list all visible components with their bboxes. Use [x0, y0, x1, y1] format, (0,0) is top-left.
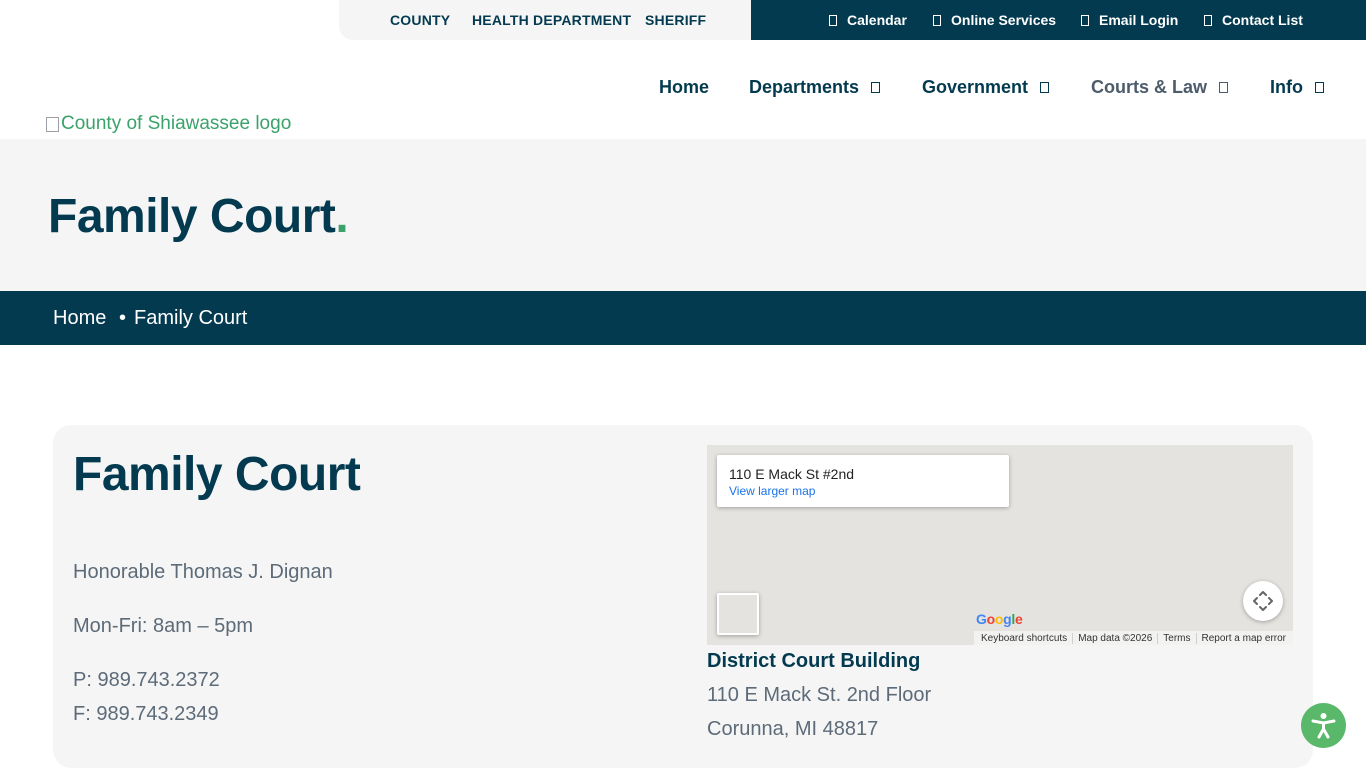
services-icon [933, 14, 941, 26]
chevron-down-icon [1040, 82, 1050, 93]
report-map-error-link[interactable]: Report a map error [1195, 632, 1291, 644]
page-title-text: Family Court [48, 190, 336, 243]
address-line-2: Corunna, MI 48817 [707, 718, 879, 740]
email-login-link-label: Email Login [1099, 12, 1179, 28]
chevron-down-icon [1315, 82, 1324, 93]
office-hours: Mon-Fri: 8am – 5pm [73, 615, 254, 637]
fax-number: F: 989.743.2349 [73, 703, 219, 725]
accessibility-button[interactable] [1301, 703, 1346, 748]
breadcrumb: Home • Family Court [0, 291, 1366, 345]
map-info-popup: 110 E Mack St #2nd View larger map [717, 455, 1009, 507]
card-title: Family Court [73, 448, 361, 501]
nav-departments-label: Departments [749, 77, 860, 97]
nav-info[interactable]: Info [1270, 77, 1324, 98]
top-link-county[interactable]: COUNTY [390, 12, 450, 28]
nav-courts-law[interactable]: Courts & Law [1091, 77, 1229, 98]
broken-image-icon [45, 116, 59, 132]
nav-courts-law-label: Courts & Law [1091, 77, 1208, 97]
page-title-dot: . [335, 190, 349, 243]
accessibility-icon [1311, 713, 1336, 739]
nav-government[interactable]: Government [922, 77, 1050, 98]
calendar-link[interactable]: Calendar [829, 12, 907, 28]
address-line-1: 110 E Mack St. 2nd Floor [707, 684, 932, 706]
nav-home-label: Home [659, 77, 710, 97]
building-name: District Court Building [707, 650, 921, 672]
contact-icon [1204, 14, 1212, 26]
online-services-link-label: Online Services [951, 12, 1057, 28]
contact-list-link[interactable]: Contact List [1204, 12, 1303, 28]
top-utility-bar-left: COUNTY HEALTH DEPARTMENT SHERIFF [339, 0, 751, 40]
top-link-sheriff[interactable]: SHERIFF [645, 12, 706, 28]
phone-number[interactable]: P: 989.743.2372 [73, 669, 220, 692]
contact-list-link-label: Contact List [1222, 12, 1303, 28]
keyboard-shortcuts-link[interactable]: Keyboard shortcuts [976, 633, 1072, 644]
terms-link[interactable]: Terms [1157, 632, 1195, 644]
embedded-map[interactable]: 110 E Mack St #2nd View larger map Googl… [707, 445, 1293, 645]
google-logo-text: Google [976, 611, 1023, 627]
court-info-card: Family Court Honorable Thomas J. Dignan … [53, 425, 1313, 768]
nav-government-label: Government [922, 77, 1029, 97]
nav-home[interactable]: Home [659, 77, 709, 98]
map-data-credit: Map data ©2026 [1072, 632, 1157, 644]
fullscreen-button[interactable] [1243, 581, 1283, 621]
online-services-link[interactable]: Online Services [933, 12, 1056, 28]
google-logo: Google [976, 611, 1023, 627]
site-logo-alt-text: County of Shiawassee logo [61, 113, 292, 134]
calendar-link-label: Calendar [847, 12, 907, 28]
breadcrumb-home[interactable]: Home [53, 307, 106, 330]
fullscreen-icon [1253, 591, 1273, 611]
view-larger-map-link[interactable]: View larger map [729, 484, 815, 498]
map-address: 110 E Mack St #2nd [729, 466, 855, 482]
nav-departments[interactable]: Departments [749, 77, 881, 98]
site-logo[interactable]: County of Shiawassee logo [45, 113, 291, 135]
page-hero: Family Court. [0, 139, 1366, 291]
nav-info-label: Info [1270, 77, 1303, 97]
top-link-health-department[interactable]: HEALTH DEPARTMENT [472, 12, 631, 28]
page-title: Family Court. [48, 189, 349, 244]
calendar-icon [829, 14, 837, 26]
chevron-down-icon [871, 82, 881, 93]
top-utility-bar-right: Calendar Online Services Email Login Con… [751, 0, 1366, 40]
breadcrumb-current: Family Court [134, 307, 248, 329]
email-icon [1081, 14, 1089, 26]
map-type-toggle[interactable] [717, 593, 759, 635]
email-login-link[interactable]: Email Login [1081, 12, 1178, 28]
breadcrumb-separator: • [119, 307, 127, 329]
judge-name: Honorable Thomas J. Dignan [73, 561, 333, 583]
map-footer: Keyboard shortcuts Map data ©2026 Terms … [974, 631, 1293, 645]
chevron-down-icon [1219, 82, 1229, 93]
